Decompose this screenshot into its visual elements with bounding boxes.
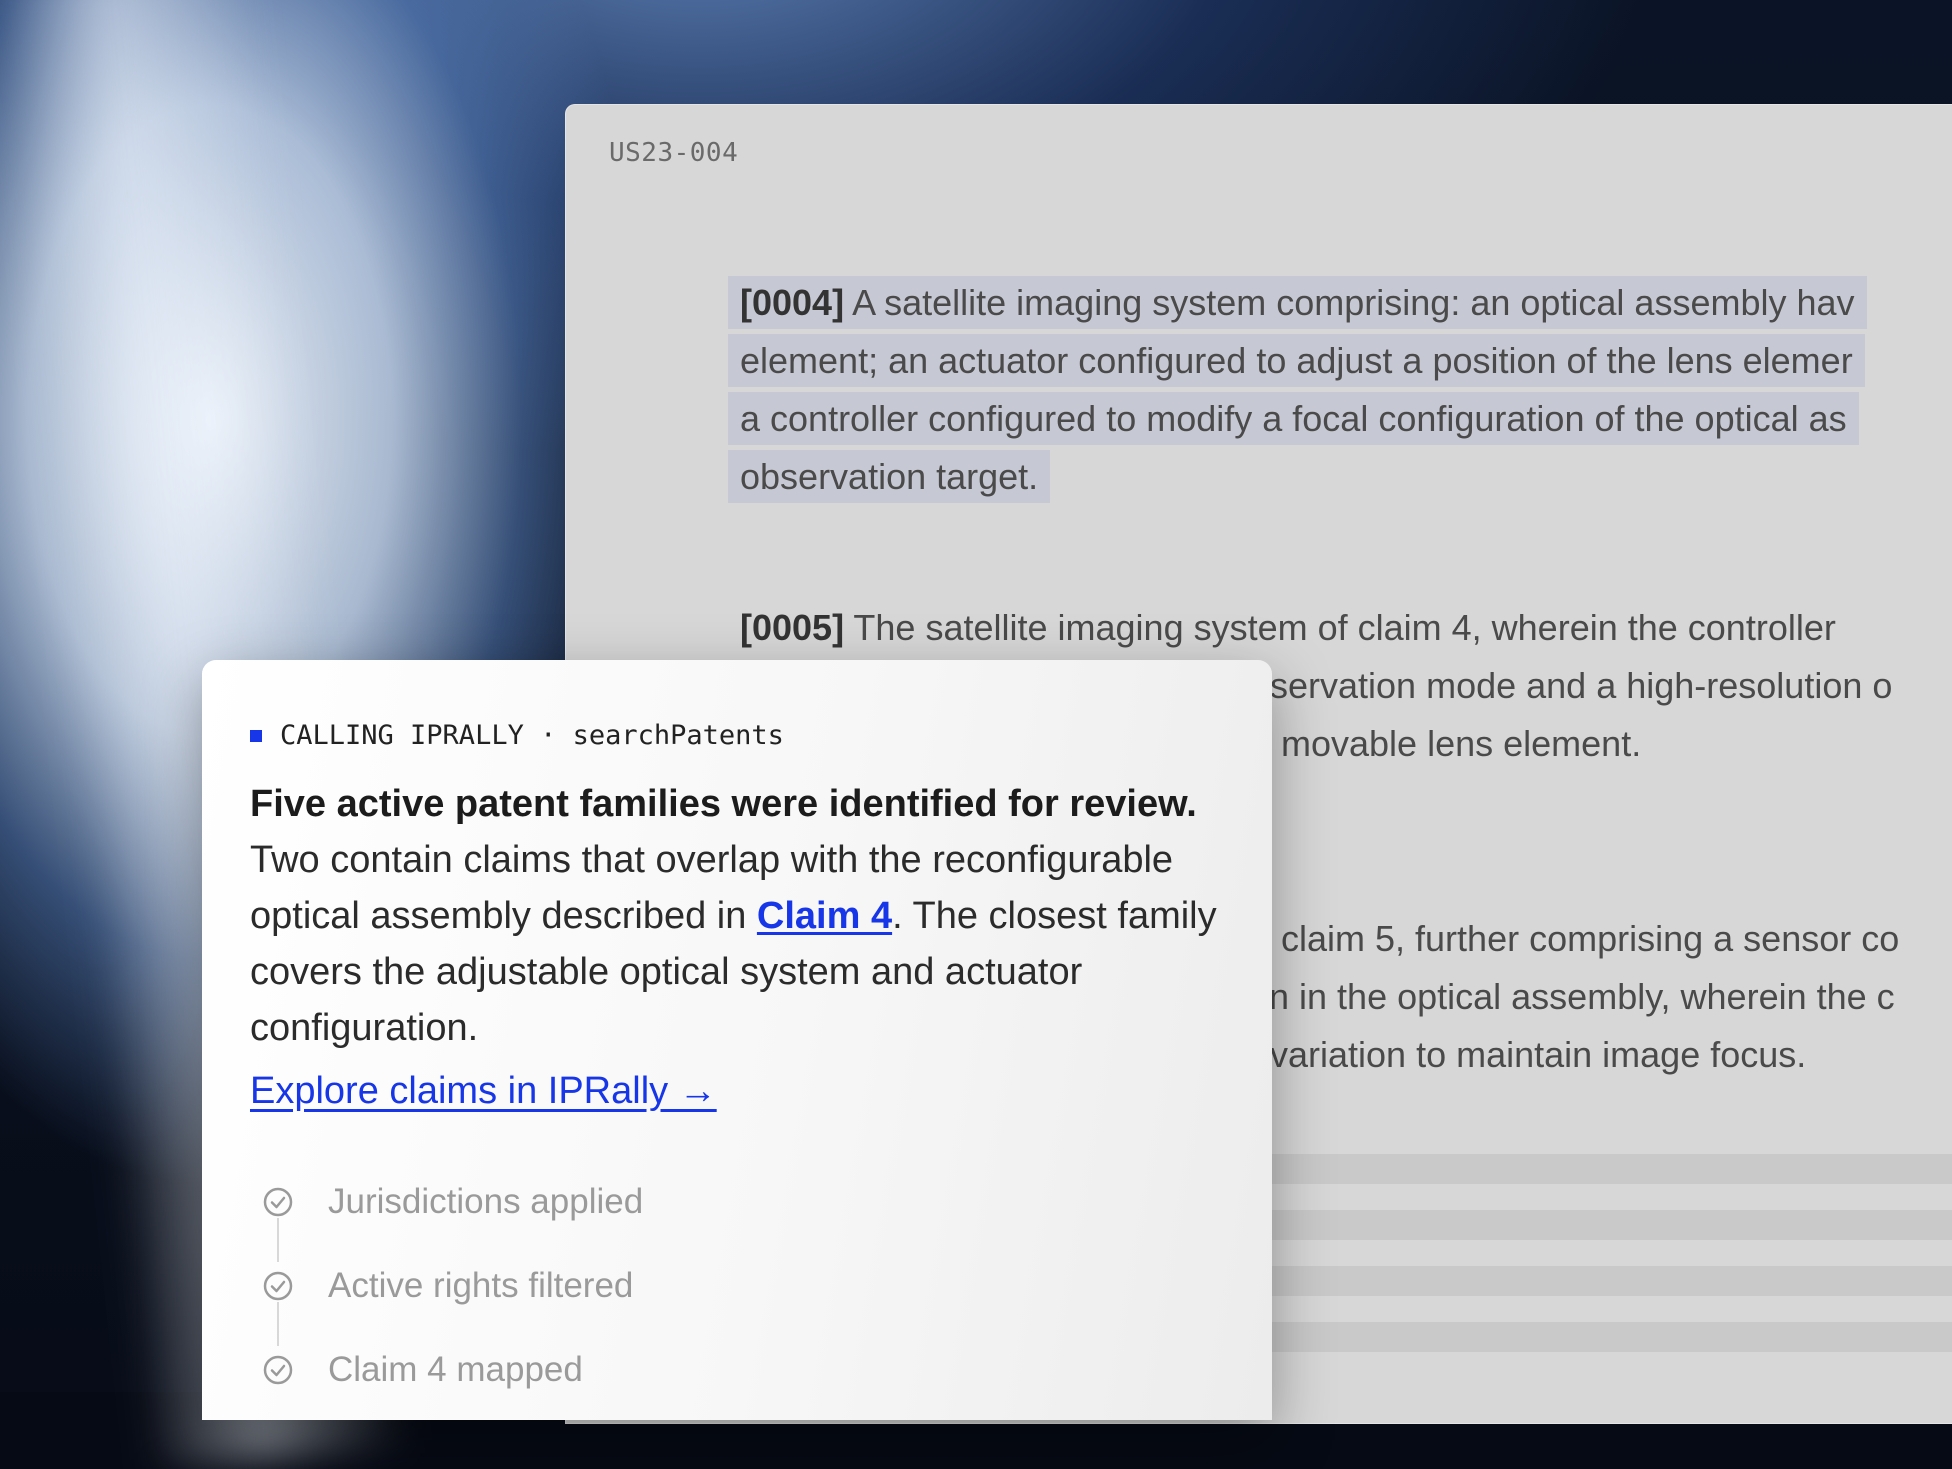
explore-claims-link[interactable]: Explore claims in IPRally → [250, 1070, 717, 1113]
step-label: Active rights filtered [328, 1266, 634, 1305]
document-id: US23-004 [609, 138, 739, 168]
check-circle-icon [263, 1187, 293, 1217]
check-circle-icon [263, 1355, 293, 1385]
step-jurisdictions-applied: Jurisdictions applied [262, 1160, 644, 1262]
check-circle-icon [263, 1271, 293, 1301]
claim-4-link[interactable]: Claim 4 [757, 895, 892, 937]
step-label: Claim 4 mapped [328, 1350, 583, 1389]
ai-result-card: CALLING IPRALLY · searchPatents Five act… [202, 660, 1272, 1420]
highlighted-claim-text: [0004] A satellite imaging system compri… [728, 276, 1867, 503]
paragraph-line: [0005] The satellite imaging system of c… [740, 607, 1836, 648]
paragraph-number: [0004] [740, 282, 845, 323]
result-summary: Five active patent families were identif… [250, 776, 1250, 1056]
step-active-rights-filtered: Active rights filtered [262, 1244, 643, 1346]
tool-call-label: CALLING IPRALLY · searchPatents [280, 720, 784, 751]
status-square-icon [250, 729, 262, 742]
step-label: Jurisdictions applied [328, 1182, 644, 1221]
summary-lead: Five active patent families were identif… [250, 783, 1197, 825]
paragraph-0004[interactable]: [0004] A satellite imaging system compri… [728, 274, 1952, 506]
step-claim-4-mapped: Claim 4 mapped [262, 1328, 643, 1412]
tool-call-status: CALLING IPRALLY · searchPatents [250, 720, 784, 751]
progress-steps: Jurisdictions applied Active rights filt… [262, 1160, 643, 1412]
paragraph-number: [0005] [740, 607, 845, 648]
